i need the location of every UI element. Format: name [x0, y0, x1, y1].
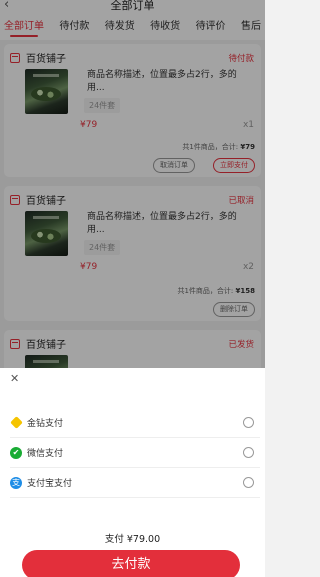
alipay-icon: 支 — [10, 476, 22, 489]
diamond-icon — [10, 416, 23, 429]
payment-amount: 支付 ¥79.00 — [104, 534, 161, 545]
go-pay-button[interactable]: 去付款 — [22, 550, 240, 577]
payment-option-wechat[interactable]: ✔ 微信支付 — [10, 438, 260, 468]
payment-option-gold[interactable]: 金钻支付 — [10, 408, 260, 438]
order-list-screen: ‹ 全部订单 全部订单 待付款 待发货 待收货 待评价 售后 百货铺子 待付款 … — [0, 0, 265, 577]
radio-button[interactable] — [243, 447, 254, 458]
radio-button[interactable] — [243, 417, 254, 428]
radio-button[interactable] — [243, 477, 254, 488]
payment-option-label: 微信支付 — [27, 449, 64, 459]
modal-overlay[interactable] — [0, 0, 265, 368]
payment-option-alipay[interactable]: 支 支付宝支付 — [10, 468, 260, 498]
payment-option-label: 支付宝支付 — [27, 479, 73, 489]
close-icon[interactable]: ✕ — [10, 372, 19, 385]
payment-option-label: 金钻支付 — [27, 419, 64, 429]
wechat-icon: ✔ — [10, 446, 22, 459]
